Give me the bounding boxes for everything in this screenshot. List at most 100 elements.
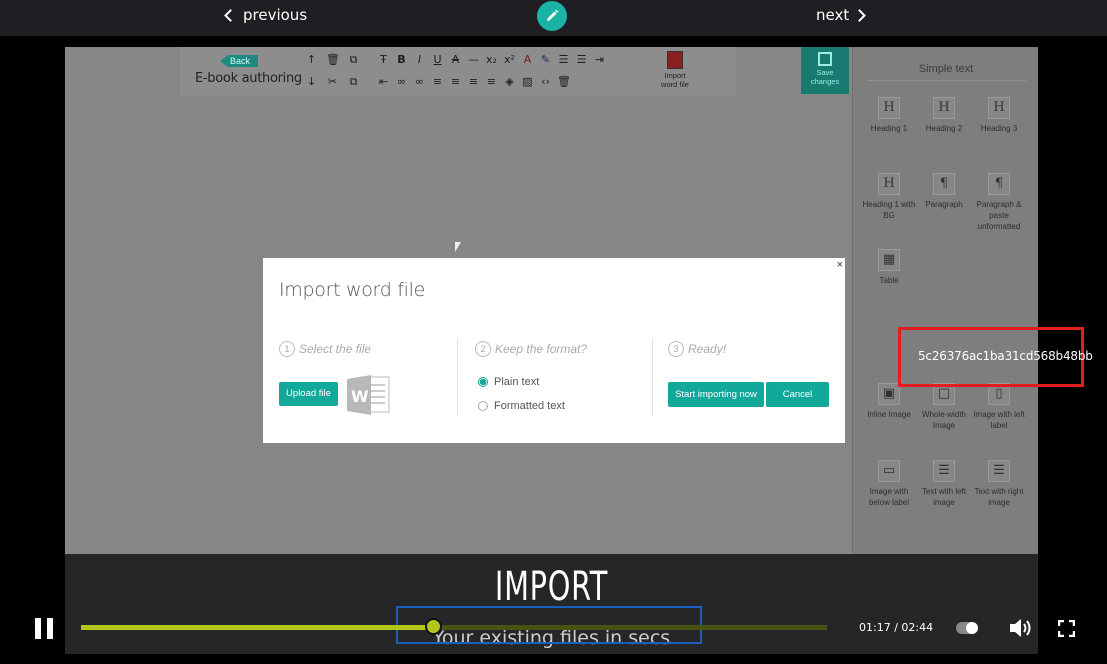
- tile-heading-1[interactable]: H Heading 1: [861, 97, 917, 134]
- tile-text-right-image[interactable]: ☰ Text with right image: [971, 460, 1027, 508]
- mouse-cursor-icon: [455, 242, 461, 252]
- arrow-up-icon[interactable]: ↑: [305, 53, 318, 66]
- option-plain-text[interactable]: Plain text: [478, 376, 539, 388]
- heading-icon: H: [933, 97, 955, 119]
- numbered-list-icon[interactable]: ☰: [575, 53, 588, 66]
- tile-label: Heading 2: [925, 124, 963, 133]
- sidebar-divider: [867, 80, 1027, 81]
- edit-button[interactable]: [537, 1, 567, 31]
- option-formatted-text[interactable]: Formatted text: [478, 400, 565, 412]
- tile-label: Text with left image: [921, 487, 966, 507]
- block-sidebar: Simple text H Heading 1 H Heading 2 H Headi…: [852, 47, 1038, 554]
- underline-icon[interactable]: U: [431, 53, 444, 66]
- svg-text:W: W: [351, 387, 369, 406]
- tile-label: Image with below label: [868, 487, 910, 507]
- chevron-left-icon: [224, 8, 237, 22]
- word-file-icon: [667, 51, 683, 69]
- code-icon[interactable]: ‹›: [539, 75, 552, 88]
- option-label: Plain text: [494, 376, 540, 388]
- step-number: 1: [279, 341, 295, 357]
- outdent-icon[interactable]: ⇤: [377, 75, 390, 88]
- text-color-icon[interactable]: A: [521, 53, 534, 66]
- overlay-id-text: 5c26376ac1ba31cd568b48bb: [918, 349, 1093, 363]
- align-right-icon[interactable]: ≡: [467, 75, 480, 88]
- superscript-icon[interactable]: x²: [503, 53, 516, 66]
- indent-icon[interactable]: ⇥: [593, 53, 606, 66]
- trash-icon[interactable]: 🗑: [326, 53, 340, 66]
- app-title: E-book authoring: [195, 71, 302, 86]
- volume-icon[interactable]: [1008, 617, 1034, 639]
- strikethrough-icon[interactable]: A: [449, 53, 462, 66]
- link-icon[interactable]: ∞: [395, 75, 408, 88]
- step-label: Select the file: [299, 342, 372, 356]
- step-keep-format: 2 Keep the format?: [475, 341, 587, 357]
- tile-label: Heading 3: [980, 124, 1018, 133]
- justify-icon[interactable]: ≡: [485, 75, 498, 88]
- step-label: Ready!: [688, 342, 727, 356]
- align-center-icon[interactable]: ≡: [449, 75, 462, 88]
- paste-icon[interactable]: ⧉: [347, 75, 360, 88]
- tile-heading-2[interactable]: H Heading 2: [916, 97, 972, 134]
- image-below-label-icon: ▭: [878, 460, 900, 482]
- tile-table[interactable]: ▦ Table: [861, 249, 917, 286]
- tile-image-below-label[interactable]: ▭ Image with below label: [861, 460, 917, 508]
- chevron-right-icon: [853, 8, 867, 22]
- image-icon[interactable]: ▨: [521, 75, 534, 88]
- step-ready: 3 Ready!: [668, 341, 726, 357]
- text-left-image-icon: ☰: [933, 460, 955, 482]
- next-label: next: [816, 6, 850, 24]
- start-importing-button[interactable]: Start importing now: [668, 382, 764, 407]
- save-label-2: changes: [810, 77, 840, 86]
- import-word-button[interactable]: Import word file: [645, 51, 705, 89]
- eraser-icon[interactable]: ◈: [503, 75, 516, 88]
- cancel-button[interactable]: Cancel: [766, 382, 829, 407]
- horizontal-rule-icon[interactable]: —: [467, 53, 480, 66]
- tile-image-left-label[interactable]: ▯ Image with left label: [971, 383, 1027, 431]
- progress-bar[interactable]: [81, 625, 827, 630]
- radio-selected[interactable]: [478, 377, 488, 387]
- cut-icon[interactable]: ✂: [326, 75, 339, 88]
- paragraph-paste-icon: ¶: [988, 173, 1010, 195]
- italic-icon[interactable]: I: [413, 53, 426, 66]
- pencil-icon: [547, 9, 559, 21]
- step-label: Keep the format?: [495, 342, 588, 356]
- time-display: 01:17 / 02:44: [859, 621, 934, 634]
- step-select-file: 1 Select the file: [279, 341, 371, 357]
- progress-fill: [81, 625, 434, 630]
- save-changes-button[interactable]: Save changes: [801, 47, 849, 94]
- tile-heading-3[interactable]: H Heading 3: [971, 97, 1027, 134]
- align-left-icon[interactable]: ≡: [431, 75, 444, 88]
- upload-file-button[interactable]: Upload file: [279, 382, 338, 406]
- pause-button[interactable]: [35, 618, 53, 639]
- heading-icon: H: [878, 97, 900, 119]
- tile-text-left-image[interactable]: ☰ Text with left image: [916, 460, 972, 508]
- arrow-down-icon[interactable]: ↓: [305, 75, 318, 88]
- back-button[interactable]: Back: [220, 55, 259, 67]
- progress-handle[interactable]: [424, 618, 442, 635]
- unlink-icon[interactable]: ∞: [413, 75, 426, 88]
- next-button[interactable]: next: [816, 6, 867, 24]
- previous-button[interactable]: previous: [224, 6, 307, 24]
- highlight-icon[interactable]: ✎: [539, 53, 552, 66]
- tile-label: Image with left label: [973, 410, 1025, 430]
- tile-inline-image[interactable]: ▣ Inline Image: [861, 383, 917, 420]
- bold-icon[interactable]: B: [395, 53, 408, 66]
- close-icon[interactable]: ×: [837, 259, 843, 271]
- import-label-1: Import: [664, 71, 686, 80]
- tile-paragraph-unformatted[interactable]: ¶ Paragraph & paste unformatted: [971, 173, 1027, 232]
- subscript-icon[interactable]: x₂: [485, 53, 498, 66]
- fullscreen-icon[interactable]: [1058, 620, 1075, 637]
- save-label-1: Save: [816, 68, 834, 77]
- tile-heading-1-bg[interactable]: H Heading 1 with BG: [861, 173, 917, 221]
- copy-icon[interactable]: ⧉: [347, 53, 360, 66]
- step-number: 3: [668, 341, 684, 357]
- bullet-list-icon[interactable]: ☰: [557, 53, 570, 66]
- clear-format-icon[interactable]: Ŧ: [377, 53, 390, 66]
- tile-paragraph[interactable]: ¶ Paragraph: [916, 173, 972, 210]
- paragraph-icon: ¶: [933, 173, 955, 195]
- editor-toolbar: Back E-book authoring ↑ 🗑 ⧉ ↓ ✂ ⧉ Ŧ B I …: [180, 47, 849, 97]
- autoplay-toggle[interactable]: [956, 622, 978, 634]
- radio-unselected[interactable]: [478, 401, 488, 411]
- tile-whole-width-image[interactable]: □ Whole-width Image: [916, 383, 972, 431]
- delete-icon[interactable]: 🗑: [557, 75, 571, 88]
